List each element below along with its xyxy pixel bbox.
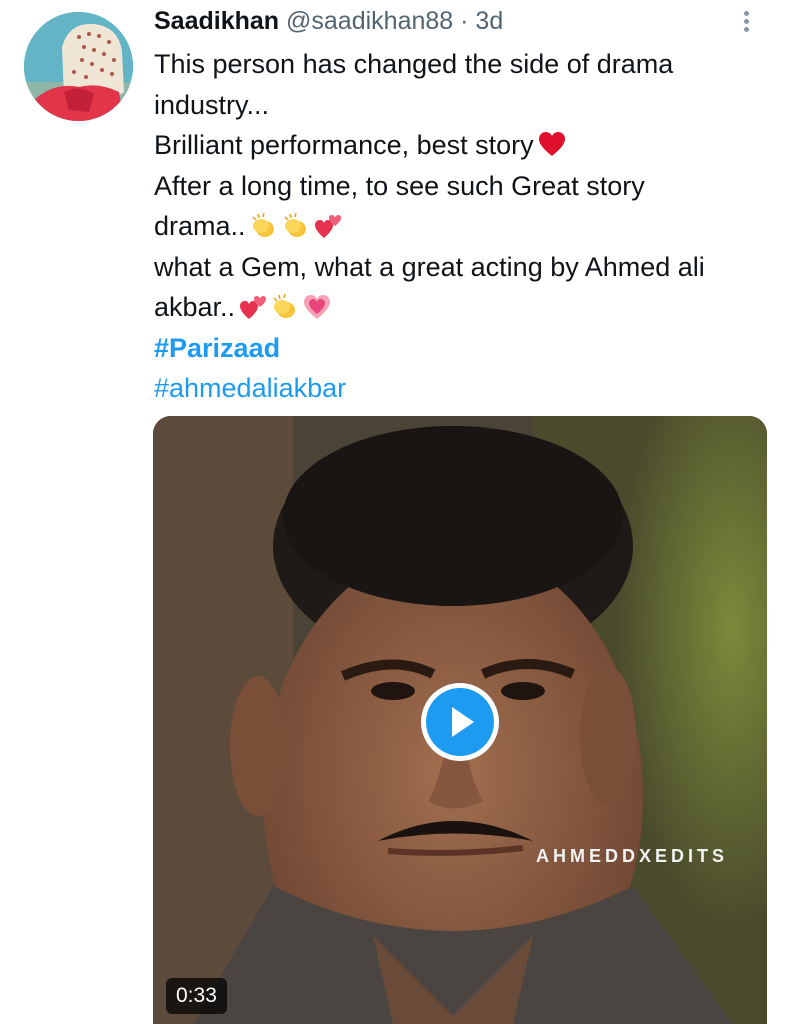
more-vertical-icon[interactable] xyxy=(736,8,756,38)
video-watermark: AHMEDDXEDITS xyxy=(536,846,729,866)
tweet-line: akbar.. xyxy=(154,292,236,322)
play-icon xyxy=(426,688,494,756)
red-heart-emoji xyxy=(538,132,565,157)
hashtag-link[interactable]: #ahmedaliakbar xyxy=(154,368,346,409)
growing-heart-emoji xyxy=(304,295,331,320)
tweet-text: This person has changed the side of dram… xyxy=(154,44,754,409)
display-name[interactable]: Saadikhan xyxy=(154,7,279,35)
separator-dot: · xyxy=(460,7,469,35)
user-handle[interactable]: @saadikhan88 xyxy=(286,7,453,35)
tweet-line: drama.. xyxy=(154,211,246,241)
tweet-timestamp[interactable]: 3d xyxy=(475,7,503,35)
play-button[interactable] xyxy=(421,683,499,761)
clapping-hands-emoji xyxy=(284,213,306,238)
two-hearts-emoji xyxy=(240,296,267,320)
tweet-line: what a Gem, what a great acting by Ahmed… xyxy=(154,251,705,282)
two-hearts-emoji xyxy=(314,215,341,239)
tweet-line: Brilliant performance, best story xyxy=(154,130,534,160)
clapping-hands-emoji xyxy=(273,294,296,319)
video-duration-badge: 0:33 xyxy=(166,978,227,1014)
tweet-line: industry... xyxy=(154,89,270,120)
hashtag-link[interactable]: #Parizaad xyxy=(154,328,280,369)
tweet-line: This person has changed the side of dram… xyxy=(154,49,674,79)
clapping-hands-emoji xyxy=(252,213,274,238)
tweet-header: Saadikhan @saadikhan88 · 3d xyxy=(154,5,503,37)
avatar[interactable] xyxy=(24,12,133,121)
tweet-line: After a long time, to see such Great sto… xyxy=(154,170,645,201)
